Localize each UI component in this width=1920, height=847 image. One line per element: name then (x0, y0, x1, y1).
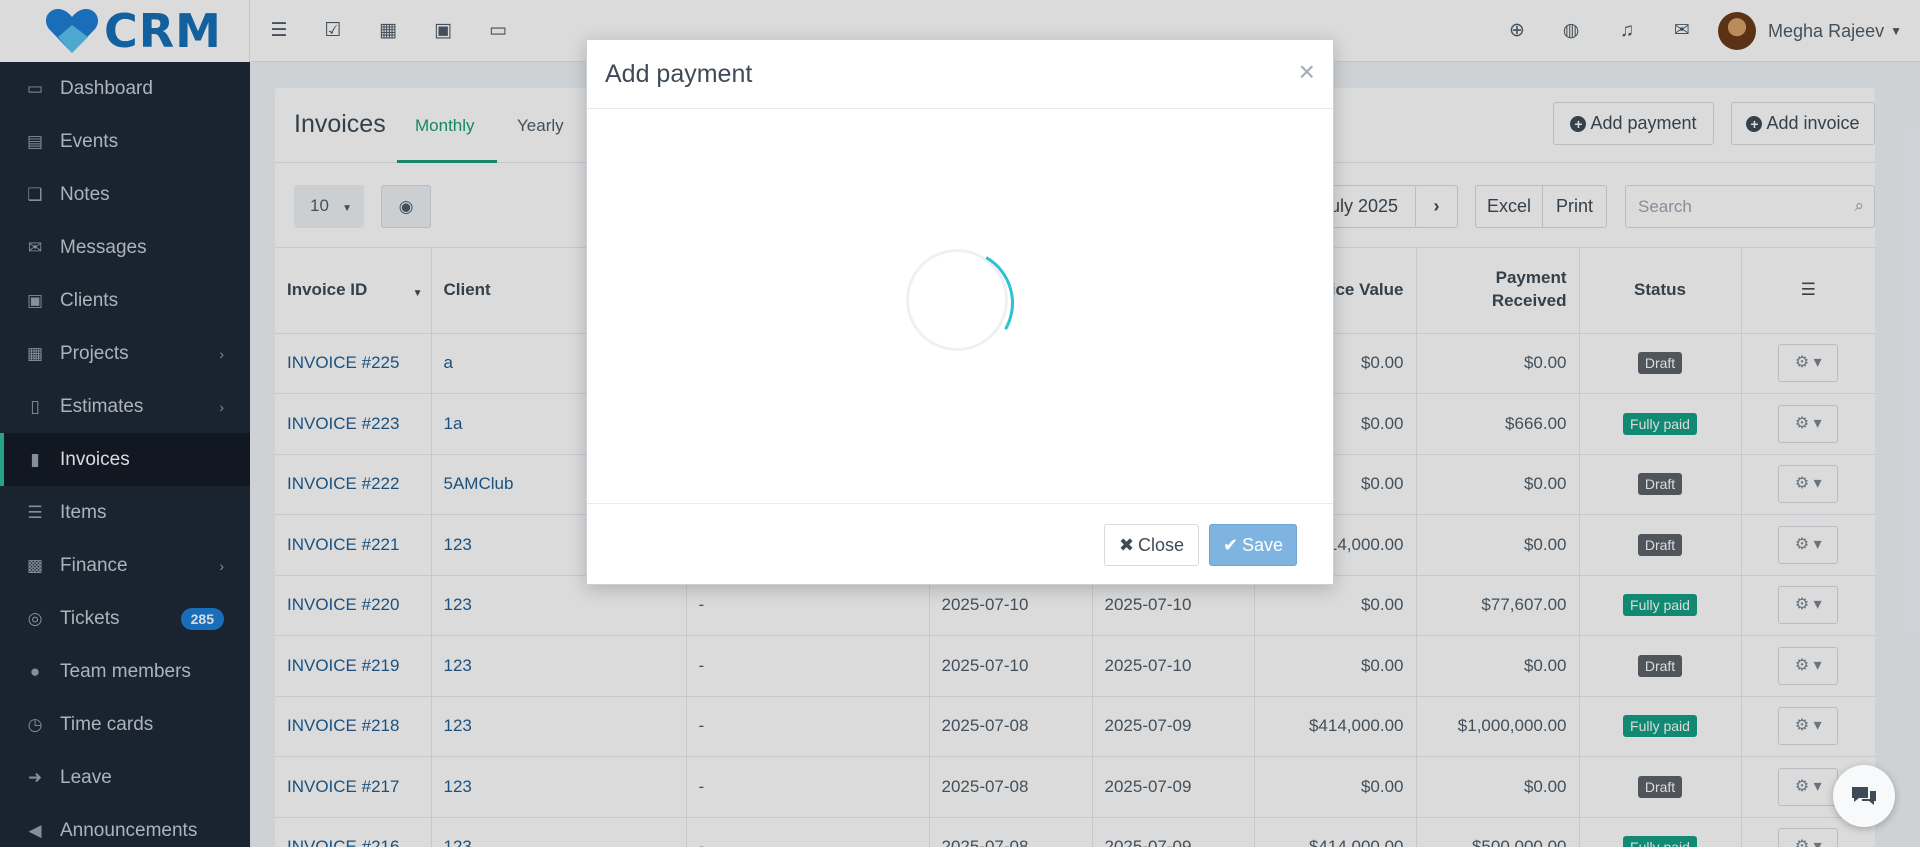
save-button[interactable]: ✔ Save (1209, 524, 1297, 566)
chat-widget-button[interactable] (1833, 765, 1895, 827)
times-icon: ✖ (1118, 534, 1135, 555)
add-payment-modal: Add payment × ✖ Close ✔ Save (586, 39, 1334, 585)
modal-header: Add payment × (587, 40, 1333, 109)
modal-footer: ✖ Close ✔ Save (587, 504, 1333, 584)
modal-title: Add payment (605, 60, 753, 88)
loading-spinner-icon (906, 249, 1008, 351)
close-button[interactable]: ✖ Close (1104, 524, 1199, 566)
close-icon[interactable]: × (1299, 58, 1315, 86)
modal-body (587, 109, 1333, 504)
check-circle-icon: ✔ (1222, 534, 1239, 555)
chat-icon (1852, 787, 1876, 805)
